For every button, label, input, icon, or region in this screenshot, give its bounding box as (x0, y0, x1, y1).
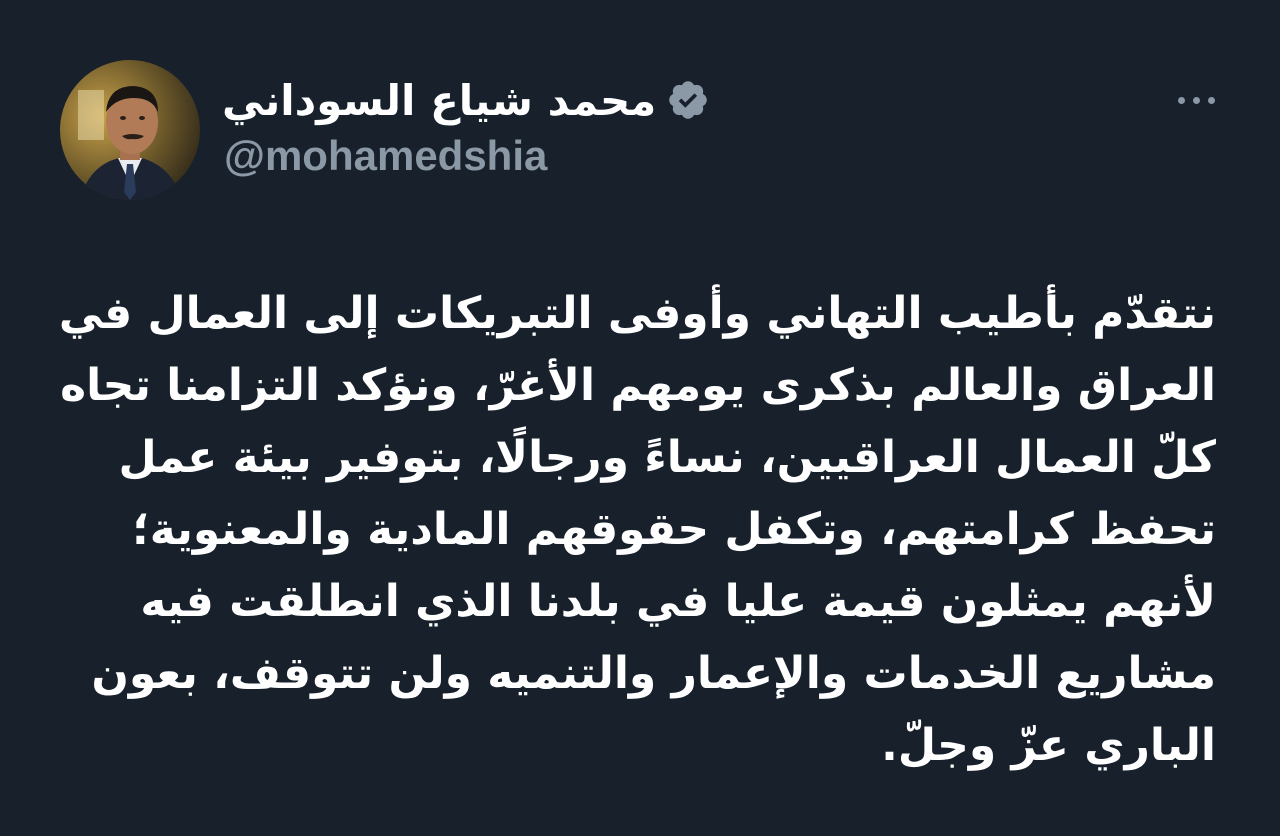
ellipsis-dot-icon (1207, 96, 1215, 104)
tweet-card: محمد شياع السوداني @mohamedshia نتقدّم ب… (0, 0, 1280, 836)
author-name-row[interactable]: محمد شياع السوداني (222, 70, 710, 130)
tweet-line: كلّ العمال العراقيين، نساءً ورجالًا، بتو… (118, 432, 1216, 483)
tweet-line: العراق والعالم بذكرى يومهم الأغرّ، ونؤكد… (60, 360, 1216, 411)
tweet-line: تحفظ كرامتهم، وتكفل حقوقهم المادية والمع… (132, 504, 1216, 555)
tweet-line: نتقدّم بأطيب التهاني وأوفى التبريكات إلى… (58, 288, 1216, 339)
ellipsis-dot-icon (1192, 96, 1200, 104)
author-handle[interactable]: @mohamedshia (224, 132, 547, 180)
ellipsis-dot-icon (1177, 96, 1185, 104)
more-options-button[interactable] (1168, 82, 1224, 118)
author-display-name[interactable]: محمد شياع السوداني (222, 76, 656, 125)
tweet-line: مشاريع الخدمات والإعمار والتنميه ولن تتو… (91, 648, 1216, 699)
author-avatar[interactable] (60, 60, 200, 200)
tweet-line: الباري عزّ وجلّ. (881, 720, 1216, 771)
avatar-photo (60, 60, 200, 200)
verified-badge-icon (666, 78, 710, 122)
tweet-line: لأنهم يمثلون قيمة عليا في بلدنا الذي انط… (140, 576, 1216, 627)
tweet-body: نتقدّم بأطيب التهاني وأوفى التبريكات إلى… (58, 278, 1216, 782)
